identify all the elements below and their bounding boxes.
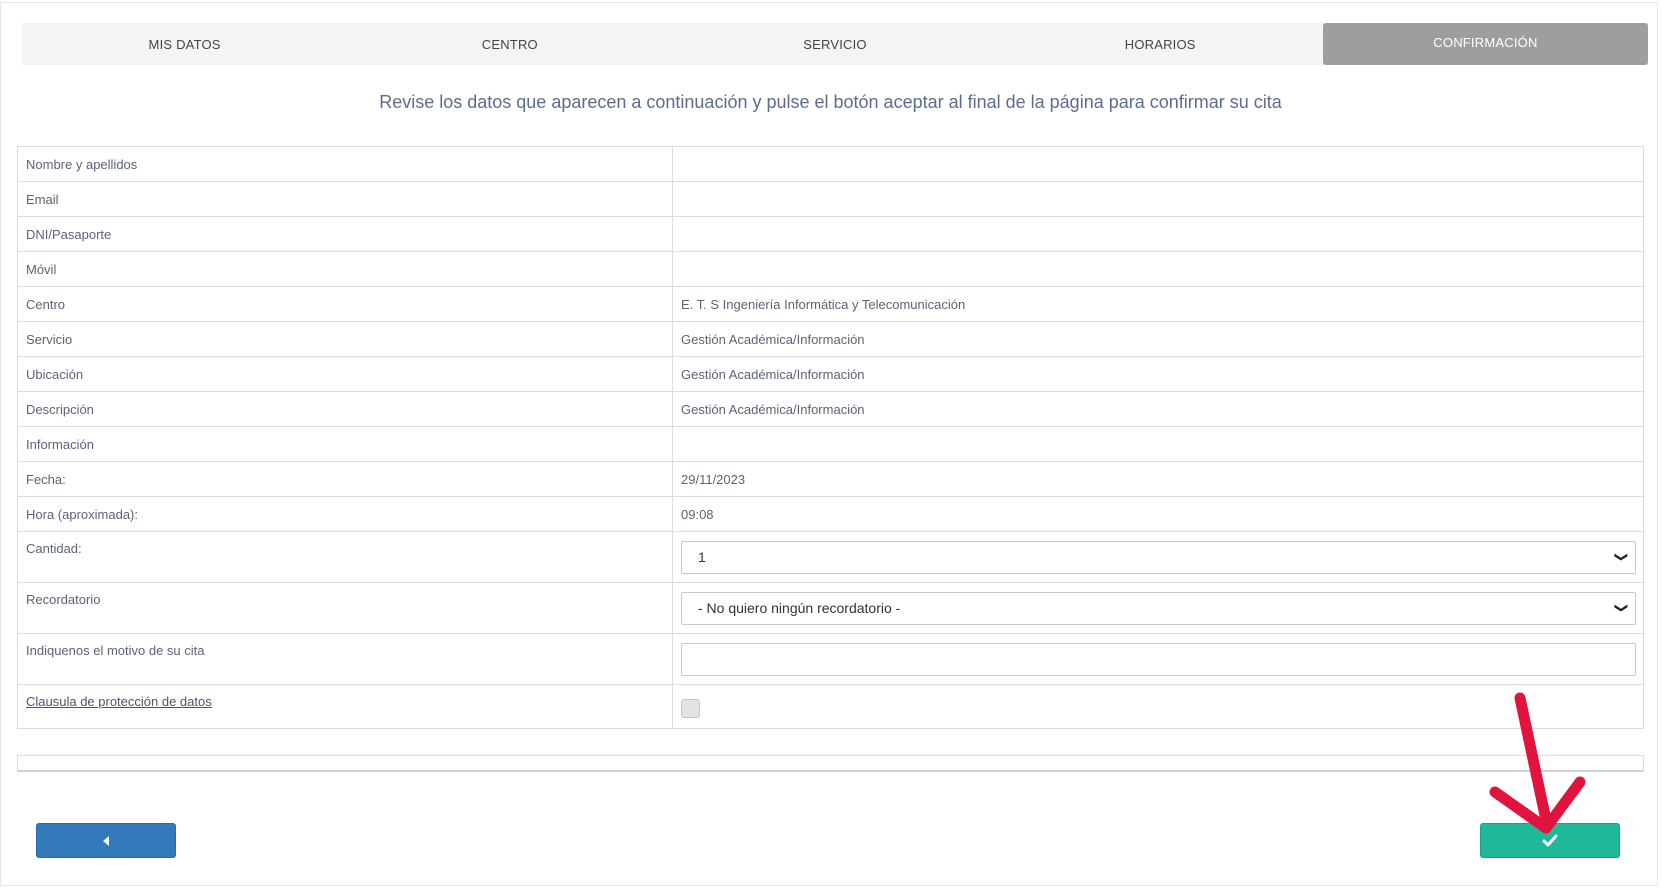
row-label: Recordatorio xyxy=(17,582,673,634)
step-mis-datos[interactable]: MIS DATOS xyxy=(22,23,347,65)
step-confirmacion[interactable]: CONFIRMACIÓN xyxy=(1322,23,1649,65)
row-label: Nombre y apellidos xyxy=(17,146,673,182)
row-label: DNI/Pasaporte xyxy=(17,216,673,252)
chevron-down-icon: ❯ xyxy=(1614,551,1630,563)
table-row: Fecha: 29/11/2023 xyxy=(17,461,1644,497)
table-row: Recordatorio - No quiero ningún recordat… xyxy=(17,582,1644,634)
cantidad-select[interactable]: 1 ❯ xyxy=(681,540,1636,574)
row-label: Centro xyxy=(17,286,673,322)
motivo-input[interactable] xyxy=(681,642,1636,676)
back-button[interactable] xyxy=(36,823,176,858)
table-row: Móvil xyxy=(17,251,1644,287)
table-row: Clausula de protección de datos xyxy=(17,684,1644,729)
cantidad-selected: 1 xyxy=(698,549,706,565)
step-horarios[interactable]: HORARIOS xyxy=(998,23,1323,65)
table-row: DNI/Pasaporte xyxy=(17,216,1644,252)
table-row: Ubicación Gestión Académica/Información xyxy=(17,356,1644,392)
intro-text: Revise los datos que aparecen a continua… xyxy=(379,92,1282,112)
row-value: 1 ❯ xyxy=(672,531,1644,583)
row-label: Ubicación xyxy=(17,356,673,392)
row-value: Gestión Académica/Información xyxy=(672,321,1644,357)
row-label: Clausula de protección de datos xyxy=(17,684,673,729)
table-row: Hora (aproximada): 09:08 xyxy=(17,496,1644,532)
row-value xyxy=(672,181,1644,217)
table-row: Centro E. T. S Ingeniería Informática y … xyxy=(17,286,1644,322)
table-row: Email xyxy=(17,181,1644,217)
table-row: Cantidad: 1 ❯ xyxy=(17,531,1644,583)
row-label: Cantidad: xyxy=(17,531,673,583)
recordatorio-select[interactable]: - No quiero ningún recordatorio - ❯ xyxy=(681,591,1636,625)
row-value xyxy=(672,426,1644,462)
row-label: Indiquenos el motivo de su cita xyxy=(17,633,673,685)
row-label: Hora (aproximada): xyxy=(17,496,673,532)
table-row: Información xyxy=(17,426,1644,462)
clausula-link[interactable]: Clausula de protección de datos xyxy=(26,694,212,709)
progress-divider xyxy=(17,755,1644,772)
row-value: Gestión Académica/Información xyxy=(672,391,1644,427)
row-value: Gestión Académica/Información xyxy=(672,356,1644,392)
row-value xyxy=(672,216,1644,252)
summary-table: Nombre y apellidos Email DNI/Pasaporte M… xyxy=(17,146,1644,729)
table-row: Indiquenos el motivo de su cita xyxy=(17,633,1644,685)
clausula-checkbox[interactable] xyxy=(681,699,700,718)
row-label: Fecha: xyxy=(17,461,673,497)
annotation-arrow-icon xyxy=(1489,692,1586,834)
row-value: E. T. S Ingeniería Informática y Telecom… xyxy=(672,286,1644,322)
row-value: 09:08 xyxy=(672,496,1644,532)
caret-left-icon xyxy=(103,835,109,846)
row-label: Descripción xyxy=(17,391,673,427)
table-row: Nombre y apellidos xyxy=(17,146,1644,182)
step-centro[interactable]: CENTRO xyxy=(347,23,672,65)
step-servicio[interactable]: SERVICIO xyxy=(672,23,997,65)
table-row: Descripción Gestión Académica/Informació… xyxy=(17,391,1644,427)
row-label: Servicio xyxy=(17,321,673,357)
chevron-down-icon: ❯ xyxy=(1614,602,1630,614)
row-value: 29/11/2023 xyxy=(672,461,1644,497)
row-value: - No quiero ningún recordatorio - ❯ xyxy=(672,582,1644,634)
row-label: Móvil xyxy=(17,251,673,287)
table-row: Servicio Gestión Académica/Información xyxy=(17,321,1644,357)
row-value xyxy=(672,633,1644,685)
row-label: Email xyxy=(17,181,673,217)
row-value xyxy=(672,146,1644,182)
row-value xyxy=(672,251,1644,287)
recordatorio-selected: - No quiero ningún recordatorio - xyxy=(698,600,901,616)
steps-bar: MIS DATOS CENTRO SERVICIO HORARIOS CONFI… xyxy=(22,23,1649,65)
row-label: Información xyxy=(17,426,673,462)
